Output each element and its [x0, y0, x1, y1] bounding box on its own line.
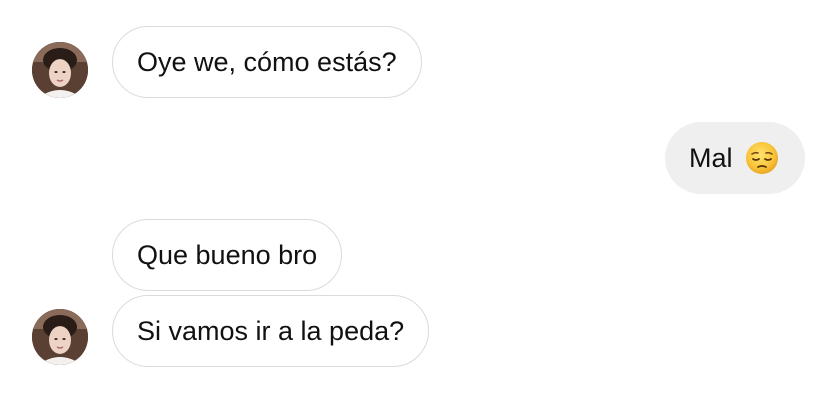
message-text: Que bueno bro [137, 239, 318, 270]
contact-avatar[interactable] [32, 42, 88, 98]
pensive-face-emoji-icon [745, 142, 778, 174]
message-bubble-incoming[interactable]: Oye we, cómo estás? [112, 26, 422, 98]
message-text: Mal [689, 142, 733, 173]
message-bubble-incoming[interactable]: Que bueno bro [112, 219, 343, 291]
avatar-photo-icon [32, 309, 88, 365]
message-bubble-outgoing[interactable]: Mal [665, 122, 805, 194]
message-text: Oye we, cómo estás? [137, 46, 397, 77]
message-text: Si vamos ir a la peda? [137, 315, 405, 346]
message-bubble-incoming[interactable]: Si vamos ir a la peda? [112, 295, 430, 367]
avatar-photo-icon [32, 42, 88, 98]
chat-thread: Oye we, cómo estás? Mal Que bueno bro Si [0, 0, 828, 411]
contact-avatar[interactable] [32, 309, 88, 365]
